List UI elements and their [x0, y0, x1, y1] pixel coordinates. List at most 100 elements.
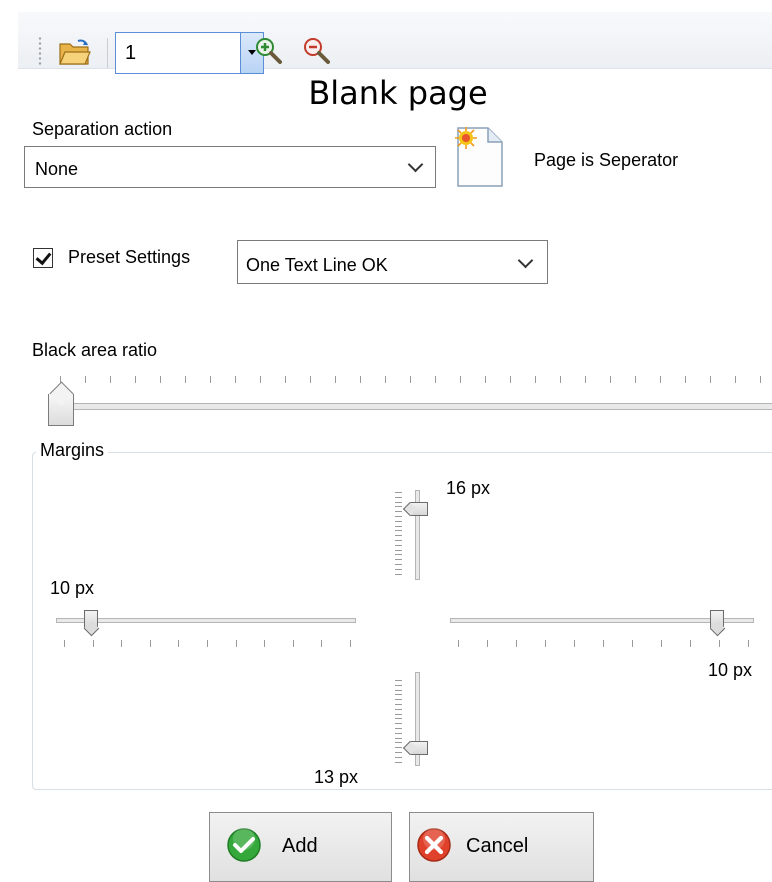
- slider-tick: [335, 376, 336, 383]
- slider-tick: [395, 525, 402, 527]
- slider-tick: [285, 376, 286, 383]
- preset-settings-combo[interactable]: One Text Line OK: [237, 240, 548, 284]
- slider-tick: [260, 376, 261, 383]
- preset-settings-value: One Text Line OK: [246, 255, 388, 275]
- slider-tick: [395, 573, 402, 575]
- slider-tick: [395, 520, 402, 522]
- slider-tick: [685, 376, 686, 383]
- slider-tick: [350, 640, 351, 647]
- black-area-slider-thumb[interactable]: [48, 394, 74, 426]
- right-margin-slider-thumb[interactable]: [710, 610, 724, 628]
- toolbar-separator: [107, 38, 108, 68]
- slider-tick: [710, 376, 711, 383]
- slider-tick: [264, 640, 266, 647]
- slider-tick: [395, 516, 402, 517]
- slider-tick: [395, 492, 402, 493]
- slider-tick: [560, 376, 561, 383]
- zoom-out-icon[interactable]: [302, 36, 332, 66]
- bottom-margin-value: 13 px: [314, 767, 359, 787]
- zoom-in-icon[interactable]: [254, 36, 284, 66]
- slider-tick: [395, 496, 402, 498]
- cancel-button[interactable]: Cancel: [409, 812, 594, 882]
- toolbar-grip[interactable]: [38, 36, 42, 66]
- slider-tick: [395, 511, 402, 513]
- separation-action-value: None: [35, 159, 79, 179]
- slider-tick: [395, 540, 402, 541]
- slider-tick: [395, 723, 402, 725]
- left-margin-ticks: [64, 640, 354, 647]
- separation-action-combo[interactable]: None: [24, 146, 436, 188]
- slider-tick: [178, 640, 180, 647]
- slider-tick: [160, 376, 161, 383]
- slider-tick: [235, 376, 236, 383]
- slider-tick: [395, 554, 402, 556]
- slider-tick: [661, 640, 662, 647]
- slider-tick: [719, 640, 720, 647]
- top-margin-value: 16 px: [446, 478, 491, 498]
- slider-tick: [395, 761, 402, 763]
- slider-tick: [360, 376, 361, 383]
- page-separator-icon: [455, 127, 503, 187]
- slider-tick: [92, 640, 94, 647]
- slider-tick: [310, 376, 311, 383]
- slider-tick: [395, 530, 402, 532]
- chevron-down-icon: [407, 156, 424, 173]
- slider-tick: [395, 559, 402, 561]
- page-number-value: 1: [125, 42, 137, 64]
- left-margin-slider-track[interactable]: [56, 618, 356, 623]
- slider-tick: [395, 713, 402, 715]
- right-margin-slider-track[interactable]: [450, 618, 754, 623]
- slider-tick: [395, 718, 402, 720]
- slider-tick: [395, 699, 402, 701]
- slider-tick: [395, 756, 402, 758]
- preset-settings-checkbox[interactable]: [33, 248, 53, 268]
- slider-tick: [395, 728, 402, 729]
- slider-tick: [610, 376, 611, 383]
- slider-tick: [110, 376, 111, 383]
- slider-tick: [487, 640, 488, 647]
- slider-tick: [585, 376, 586, 383]
- preset-settings-label: Preset Settings: [68, 247, 191, 267]
- slider-tick: [395, 549, 402, 551]
- slider-tick: [235, 640, 237, 647]
- slider-tick: [510, 376, 511, 383]
- slider-tick: [395, 737, 402, 739]
- bottom-margin-slider-thumb[interactable]: [410, 741, 428, 755]
- add-button-label: Add: [282, 835, 318, 857]
- slider-tick: [395, 564, 402, 565]
- slider-tick: [64, 640, 65, 647]
- slider-tick: [395, 501, 402, 503]
- slider-tick: [395, 568, 402, 570]
- slider-tick: [485, 376, 486, 383]
- margins-legend: Margins: [36, 440, 109, 461]
- slider-tick: [660, 376, 661, 383]
- top-margin-slider-thumb[interactable]: [410, 502, 428, 516]
- right-margin-ticks: [458, 640, 750, 647]
- black-area-slider-track[interactable]: [52, 403, 772, 410]
- open-folder-icon[interactable]: [58, 38, 92, 66]
- slider-tick: [395, 694, 402, 696]
- checkmark-icon: [227, 828, 261, 862]
- bottom-margin-ticks: [395, 680, 402, 766]
- slider-tick: [149, 640, 151, 647]
- slider-tick: [760, 376, 761, 383]
- toolbar: 1: [18, 12, 772, 74]
- add-button[interactable]: Add: [209, 812, 392, 882]
- top-margin-ticks: [395, 492, 402, 576]
- cancel-button-label: Cancel: [466, 835, 529, 857]
- slider-tick: [516, 640, 517, 647]
- separation-action-label: Separation action: [32, 119, 173, 139]
- slider-tick: [435, 376, 436, 383]
- slider-tick: [545, 640, 546, 647]
- slider-tick: [458, 640, 459, 647]
- left-margin-slider-thumb[interactable]: [84, 610, 98, 628]
- slider-tick: [410, 376, 411, 383]
- slider-tick: [460, 376, 461, 383]
- slider-tick: [292, 640, 294, 647]
- page-number-combo[interactable]: 1: [115, 32, 264, 74]
- slider-tick: [635, 376, 636, 383]
- black-area-ticks: [60, 376, 772, 383]
- page-status-label: Page is Seperator: [534, 150, 679, 170]
- slider-tick: [395, 689, 402, 691]
- slider-tick: [395, 708, 402, 710]
